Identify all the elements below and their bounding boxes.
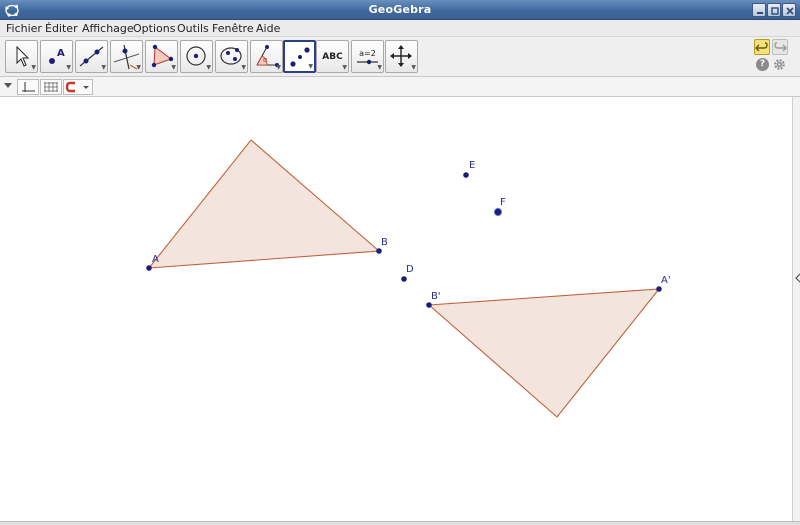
minimize-button[interactable] bbox=[752, 3, 766, 17]
show-axes-button[interactable] bbox=[17, 79, 39, 95]
redo-icon bbox=[774, 42, 787, 52]
polygon-tool-button[interactable]: ▼ bbox=[145, 40, 178, 73]
line-tool-button[interactable]: ▼ bbox=[75, 40, 108, 73]
graphics-canvas[interactable] bbox=[0, 97, 792, 521]
show-grid-button[interactable] bbox=[40, 79, 62, 95]
label-a-prime: A' bbox=[661, 275, 671, 286]
undo-icon bbox=[755, 42, 768, 52]
triangle-original[interactable] bbox=[147, 139, 381, 269]
style-bar-toggle-icon[interactable] bbox=[4, 82, 12, 90]
maximize-button[interactable] bbox=[767, 3, 781, 17]
perpendicular-tool-button[interactable]: ▼ bbox=[110, 40, 143, 73]
move-tool-button[interactable]: ▼ bbox=[5, 40, 38, 73]
circle-tool-button[interactable]: ▼ bbox=[180, 40, 213, 73]
graphics-view[interactable]: A B D E F A' B' bbox=[0, 97, 792, 521]
menu-bar: Fichier Éditer Affichage Options Outils … bbox=[0, 20, 800, 37]
label-e: E bbox=[469, 160, 476, 171]
slider-tool-button[interactable]: a=2 ▼ bbox=[351, 40, 384, 73]
grid-icon bbox=[44, 82, 58, 92]
svg-text:α: α bbox=[263, 56, 268, 64]
status-bar bbox=[0, 521, 800, 525]
gear-icon[interactable] bbox=[773, 58, 786, 71]
point-a[interactable] bbox=[146, 265, 152, 271]
style-bar bbox=[0, 77, 800, 97]
side-panel-strip bbox=[792, 97, 800, 521]
label-b: B bbox=[381, 237, 388, 248]
menu-outils[interactable]: Outils bbox=[177, 22, 209, 35]
window-title: GeoGebra bbox=[368, 3, 432, 16]
minimize-icon bbox=[757, 12, 763, 14]
menu-fichier[interactable]: Fichier bbox=[6, 22, 42, 35]
menu-affichage[interactable]: Affichage bbox=[82, 22, 134, 35]
triangle-image[interactable] bbox=[427, 288, 661, 418]
text-icon: ABC bbox=[322, 52, 343, 62]
reflect-tool-button[interactable]: ▼ bbox=[283, 40, 316, 73]
label-d: D bbox=[406, 264, 414, 275]
point-f[interactable] bbox=[493, 207, 503, 217]
redo-button[interactable] bbox=[772, 39, 788, 55]
title-bar: GeoGebra bbox=[0, 0, 800, 20]
axes-icon bbox=[22, 82, 35, 92]
close-button[interactable] bbox=[782, 3, 796, 17]
menu-aide[interactable]: Aide bbox=[256, 22, 280, 35]
point-b[interactable] bbox=[376, 248, 382, 254]
help-icon[interactable]: ? bbox=[756, 58, 769, 71]
label-b-prime: B' bbox=[431, 291, 441, 302]
point-e[interactable] bbox=[463, 172, 469, 178]
magnet-icon bbox=[65, 81, 89, 93]
angle-tool-button[interactable]: α ▼ bbox=[250, 40, 283, 73]
conic-tool-button[interactable]: ▼ bbox=[215, 40, 248, 73]
point-capturing-button[interactable] bbox=[63, 79, 93, 95]
close-icon bbox=[786, 7, 794, 15]
point-tool-button[interactable]: A ▼ bbox=[40, 40, 73, 73]
menu-fenetre[interactable]: Fenêtre bbox=[212, 22, 254, 35]
point-b-prime[interactable] bbox=[426, 302, 432, 308]
point-a-prime[interactable] bbox=[656, 286, 662, 292]
move-graphics-tool-button[interactable]: ▼ bbox=[385, 40, 418, 73]
toolbar: ▼ A ▼ ▼ ▼ ▼ ▼ ▼ α ▼ ▼ ABC ▼ a=2 ▼ ▼ ? bbox=[0, 37, 800, 77]
menu-options[interactable]: Options bbox=[133, 22, 175, 35]
label-a: A bbox=[152, 254, 159, 265]
text-tool-button[interactable]: ABC ▼ bbox=[316, 40, 349, 73]
menu-editer[interactable]: Éditer bbox=[45, 22, 78, 35]
maximize-icon bbox=[771, 7, 779, 15]
point-d[interactable] bbox=[401, 276, 407, 282]
label-f: F bbox=[500, 197, 506, 208]
svg-text:A: A bbox=[57, 48, 65, 59]
panel-expand-arrow-icon[interactable] bbox=[794, 273, 800, 283]
undo-button[interactable] bbox=[754, 39, 770, 55]
